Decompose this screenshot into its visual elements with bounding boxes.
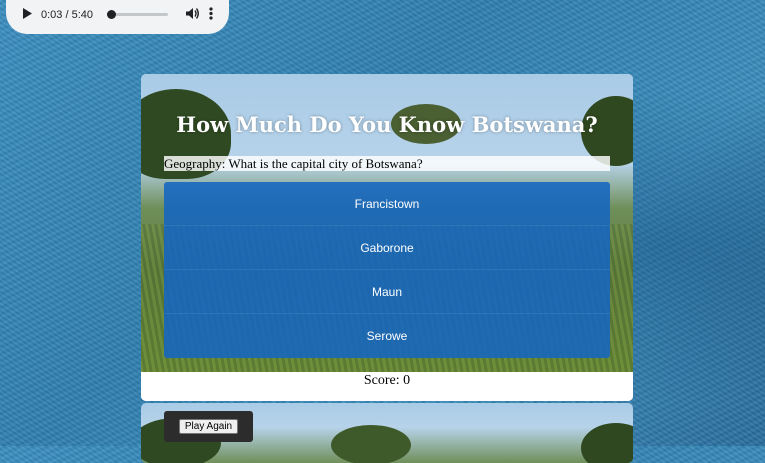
answer-option[interactable]: Maun	[164, 270, 610, 314]
quiz-title: How Much Do You Know Botswana?	[176, 112, 598, 137]
answer-list: Francistown Gaborone Maun Serowe	[164, 182, 610, 358]
play-icon	[23, 8, 32, 19]
play-button[interactable]	[21, 7, 33, 23]
answer-option[interactable]: Francistown	[164, 182, 610, 226]
audio-seek-slider[interactable]	[107, 10, 168, 19]
more-vertical-icon	[209, 7, 213, 20]
answer-option[interactable]: Gaborone	[164, 226, 610, 270]
audio-player: 0:03 / 5:40	[6, 0, 229, 34]
volume-button[interactable]	[185, 7, 199, 23]
answer-option[interactable]: Serowe	[164, 314, 610, 358]
play-again-container: Play Again	[164, 411, 253, 442]
play-again-button[interactable]: Play Again	[179, 419, 238, 434]
score-display: Score: 0	[141, 372, 633, 401]
more-options-button[interactable]	[209, 7, 213, 23]
volume-icon	[186, 8, 199, 19]
audio-time: 0:03 / 5:40	[41, 9, 93, 21]
quiz-card: How Much Do You Know Botswana? Geography…	[141, 74, 633, 401]
question-text: Geography: What is the capital city of B…	[164, 156, 610, 171]
audio-seek-knob[interactable]	[107, 10, 116, 19]
